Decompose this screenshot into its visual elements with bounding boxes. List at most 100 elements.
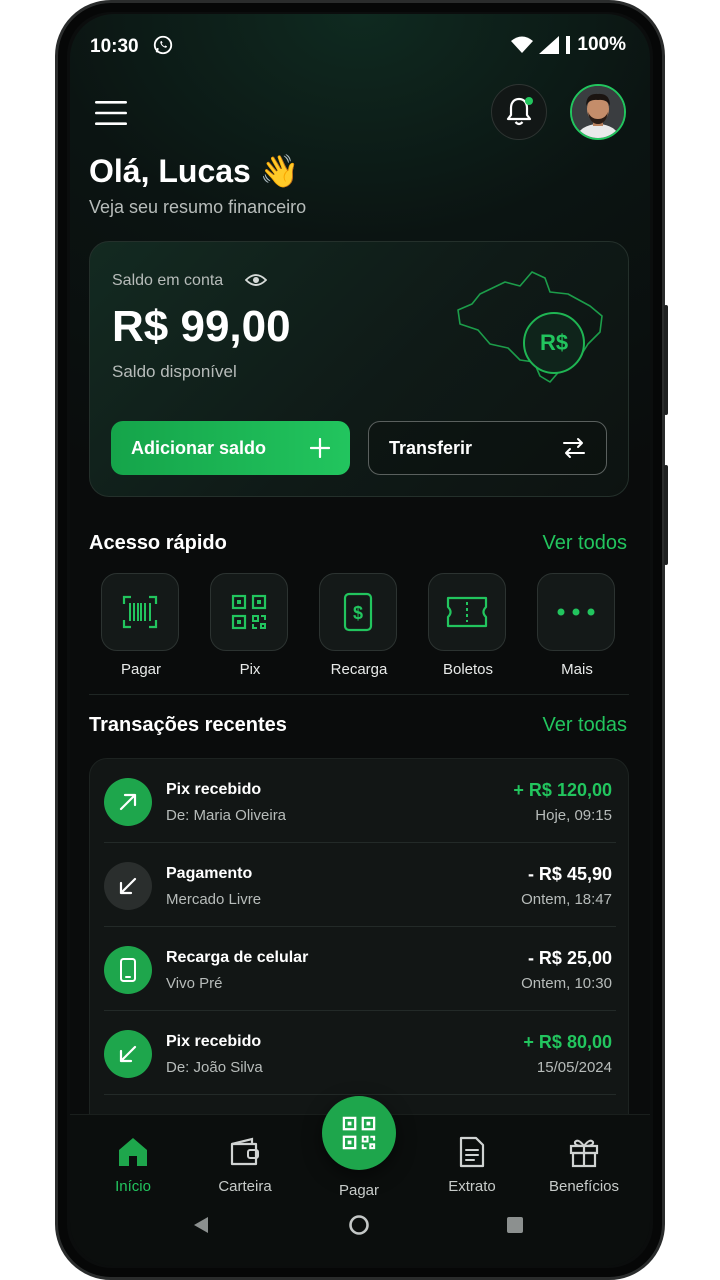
toggle-visibility-button[interactable] [244, 272, 268, 293]
phone-dollar-icon: $ [343, 592, 373, 632]
status-bar-time: 10:30 [90, 34, 174, 58]
transaction-amount: + R$ 80,00 [523, 1032, 612, 1052]
transaction-date: Ontem, 10:30 [521, 975, 612, 992]
notifications-button[interactable] [491, 84, 547, 140]
transaction-amount: + R$ 120,00 [513, 780, 612, 800]
gift-icon [569, 1139, 599, 1168]
balance-caption: Saldo disponível [112, 362, 237, 381]
transaction-row[interactable]: Pagamento Mercado Livre - R$ 45,90 Ontem… [90, 843, 628, 927]
document-icon [459, 1136, 485, 1168]
qr-code-icon [231, 594, 267, 630]
transfer-button[interactable]: Transferir [368, 421, 607, 475]
home-icon [119, 1138, 147, 1166]
app-screen: 10:30 100% Olá, Lucas 👋 Veja seu resumo … [70, 14, 650, 1266]
back-triangle-icon [194, 1217, 208, 1233]
quick-access-more-tile [537, 573, 615, 651]
quick-access-see-all-link[interactable]: Ver todos [542, 532, 627, 555]
transaction-title: Pagamento [166, 865, 253, 882]
transaction-amount: - R$ 25,00 [527, 948, 612, 968]
quick-access-title: Acesso rápido [89, 532, 227, 554]
transaction-icon [104, 778, 152, 826]
quick-access-more-label: Mais [561, 661, 593, 678]
svg-text:$: $ [353, 603, 363, 623]
greeting-title: Olá, Lucas 👋 [89, 153, 300, 189]
plus-icon [310, 438, 330, 458]
quick-access-boletos[interactable]: Boletos [428, 573, 508, 678]
balance-label: Saldo em conta [112, 272, 223, 290]
avatar[interactable] [570, 84, 626, 140]
transaction-subtitle: De: João Silva [166, 1059, 263, 1076]
nav-item-pay[interactable]: Pagar [314, 1176, 404, 1199]
menu-button[interactable] [94, 100, 128, 131]
whatsapp-icon [153, 35, 173, 55]
transaction-title: Pix recebido [166, 1033, 262, 1050]
quick-access-more[interactable]: Mais [537, 573, 617, 678]
transaction-title: Pix recebido [166, 781, 262, 798]
transaction-row[interactable]: Pix recebido De: João Silva + R$ 80,00 1… [90, 1011, 628, 1095]
transaction-title: Recarga de celular [166, 949, 309, 966]
transfer-label: Transferir [389, 437, 473, 458]
qr-code-icon [342, 1116, 376, 1150]
balance-amount: R$ 99,00 [112, 302, 291, 351]
transaction-subtitle: Mercado Livre [166, 891, 262, 908]
nav-item-benefits[interactable]: Benefícios [539, 1136, 629, 1195]
home-circle-icon [349, 1215, 369, 1235]
transaction-icon [104, 946, 152, 994]
quick-access-pay-tile [101, 573, 179, 651]
signal-icon [539, 36, 560, 54]
currency-badge: R$ [523, 312, 585, 374]
barcode-icon [122, 595, 158, 629]
wifi-icon [511, 36, 534, 53]
divider [89, 694, 629, 695]
status-bar-right: 100% [511, 34, 626, 56]
add-balance-button[interactable]: Adicionar saldo [111, 421, 350, 475]
hamburger-menu-icon [95, 101, 127, 125]
transaction-date: 15/05/2024 [536, 1059, 612, 1076]
transactions-title: Transações recentes [89, 714, 287, 736]
transaction-row[interactable]: Pix recebido De: Maria Oliveira + R$ 120… [90, 759, 628, 843]
nav-item-home[interactable]: Início [88, 1136, 178, 1195]
nav-label-home: Início [115, 1178, 151, 1195]
nav-item-wallet[interactable]: Carteira [200, 1136, 290, 1195]
transactions-see-all-link[interactable]: Ver todas [542, 714, 627, 737]
mobile-phone-icon [120, 958, 136, 982]
system-home-button[interactable] [348, 1214, 370, 1241]
recents-square-icon [507, 1217, 523, 1233]
arrow-down-left-icon [119, 1045, 137, 1063]
battery-icon [566, 36, 571, 54]
transaction-subtitle: Vivo Pré [166, 975, 223, 992]
quick-access-pay[interactable]: Pagar [101, 573, 181, 678]
more-dots-icon [557, 608, 595, 616]
quick-access-boletos-tile [428, 573, 506, 651]
quick-access-recharge[interactable]: $ Recarga [319, 573, 399, 678]
transfer-arrows-icon [563, 438, 585, 458]
clock: 10:30 [90, 36, 139, 57]
balance-label-text: Saldo em conta [112, 272, 224, 289]
pay-fab-button[interactable] [322, 1096, 396, 1170]
quick-access-pix[interactable]: Pix [210, 573, 290, 678]
nav-item-statement[interactable]: Extrato [427, 1136, 517, 1195]
quick-access-pix-tile [210, 573, 288, 651]
transaction-icon [104, 1030, 152, 1078]
transaction-date: Hoje, 09:15 [535, 807, 612, 824]
system-back-button[interactable] [192, 1215, 210, 1240]
bell-icon [506, 97, 533, 126]
volume-button [664, 305, 668, 415]
nav-label-pay: Pagar [338, 1182, 380, 1199]
user-avatar-icon [572, 86, 624, 138]
greeting-subtitle: Veja seu resumo financeiro [89, 197, 307, 217]
eye-icon [244, 274, 268, 286]
transaction-row[interactable]: Recarga de celular Vivo Pré - R$ 25,00 O… [90, 927, 628, 1011]
ticket-icon [446, 596, 488, 628]
power-button [664, 465, 668, 565]
nav-label-statement: Extrato [448, 1178, 496, 1195]
transaction-amount: - R$ 45,90 [527, 864, 612, 884]
nav-label-benefits: Benefícios [548, 1178, 620, 1195]
transaction-icon [104, 862, 152, 910]
transaction-subtitle: De: Maria Oliveira [166, 807, 287, 824]
wallet-icon [230, 1137, 259, 1166]
nav-label-wallet: Carteira [218, 1178, 272, 1195]
system-recents-button[interactable] [506, 1216, 524, 1239]
transaction-date: Ontem, 18:47 [521, 891, 612, 908]
quick-access-recharge-label: Recarga [330, 661, 388, 678]
